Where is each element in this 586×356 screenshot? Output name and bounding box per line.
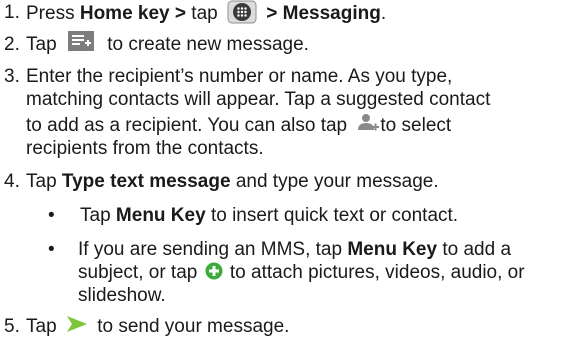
step-number: 3. [4,66,20,87]
step-text: to add as a recipient. You can also tap [26,115,353,136]
step-number: 4. [4,171,20,192]
step-text: to send your message. [91,316,290,337]
add-contact-icon [358,113,380,133]
step-text: slideshow. [78,285,166,306]
step-text: matching contacts will appear. Tap a sug… [26,89,491,110]
step-number: 5. [4,316,20,337]
step-number: 2. [4,34,20,55]
bullet-marker: • [48,239,55,260]
new-message-icon [67,30,94,51]
step-bold: Type text message [61,171,231,192]
bullet-marker: • [48,205,55,226]
step-bold-messaging: > Messaging [261,3,381,25]
apps-grid-icon [227,0,257,24]
step-bold-home: Home key > [79,3,187,25]
step-text: recipients from the contacts. [26,138,264,159]
step-text: . [380,3,387,25]
step-text: subject, or tap [78,262,203,283]
step-text: to insert quick text or contact. [205,205,459,226]
step-text: Press [26,3,80,25]
step-text: If you are sending an MMS, tap [78,239,348,260]
step-number: 1. [4,2,20,23]
bullet-item: • Tap Menu Key to insert quick text or c… [0,205,586,229]
step-1: 1. Press Home key > tap > Messaging. [0,0,586,26]
step-text: Tap [80,205,116,226]
step-text: Tap [26,316,62,337]
attach-plus-icon [205,262,223,280]
step-text: Enter the recipient’s number or name. As… [26,66,453,87]
step-5: 5. Tap to send your message. [0,315,586,340]
step-bold: Menu Key [115,205,206,226]
step-2: 2. Tap to create new message. [0,30,586,58]
step-text: to attach pictures, videos, audio, or [224,262,525,283]
step-text: to select [380,115,452,136]
step-text: tap [186,3,223,25]
step-text: and type your message. [230,171,439,192]
step-bold: Menu Key [347,239,438,260]
step-text: Tap [26,34,62,55]
step-text: Tap [26,171,62,192]
step-text: to add a [437,239,512,260]
send-arrow-icon [66,315,88,333]
step-text: to create new message. [101,34,309,55]
